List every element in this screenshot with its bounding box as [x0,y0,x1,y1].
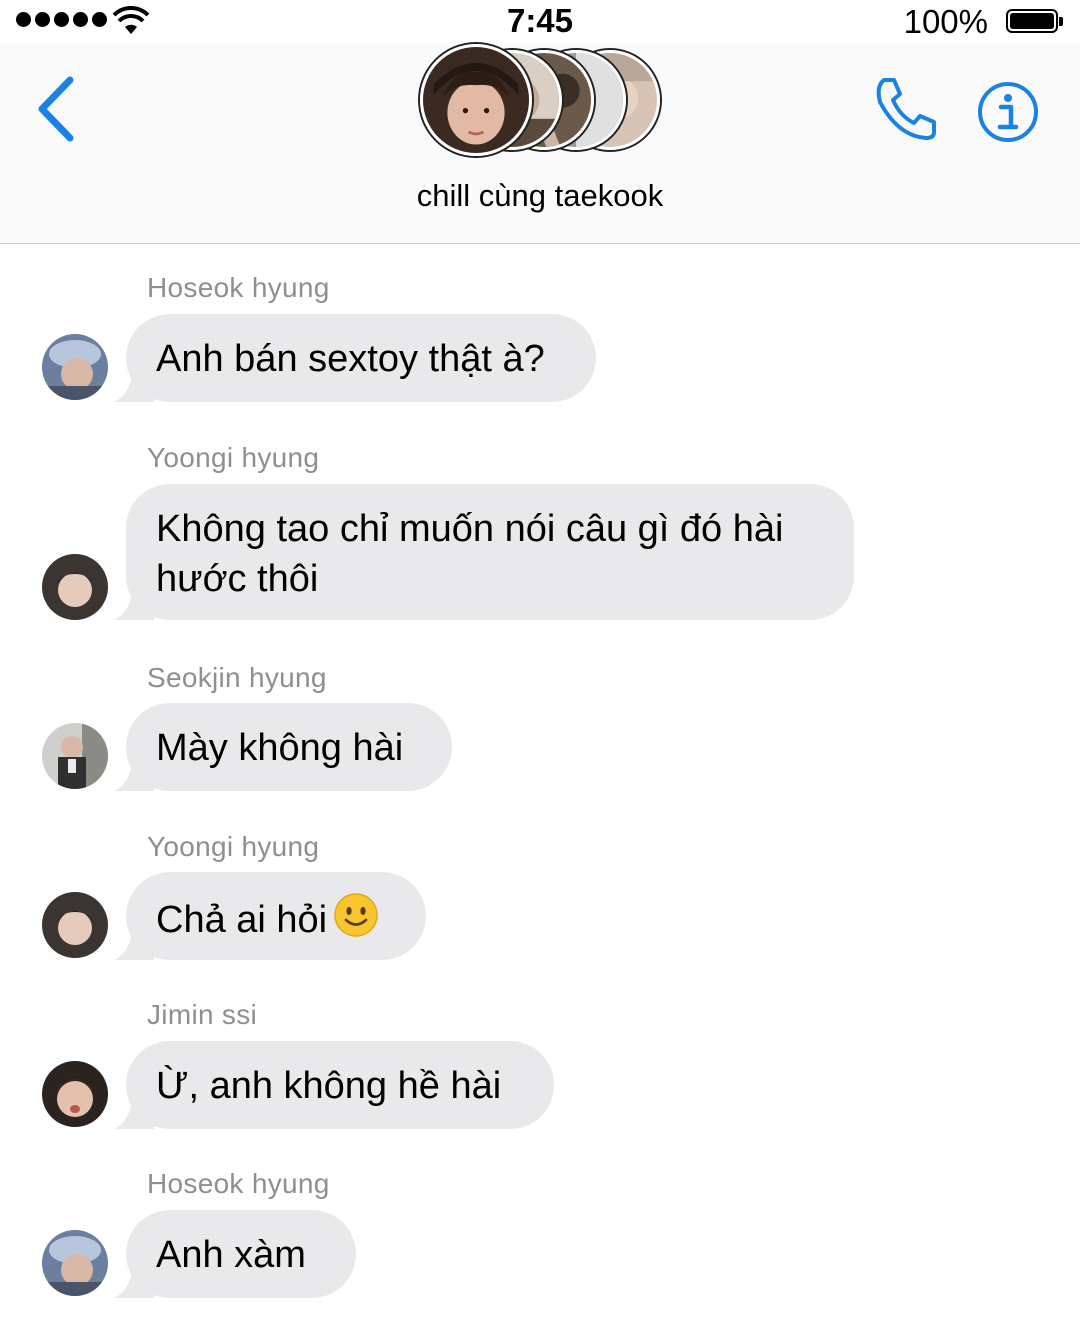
message-text: Anh xàm [126,1210,356,1298]
status-bar: 7:45 100% [0,0,1080,44]
message-bubble[interactable]: Anh bán sextoy thật à? [114,314,596,402]
slightly-smiling-face-icon [334,893,378,937]
message-bubble[interactable]: Chả ai hỏi [114,872,426,960]
message-bubble[interactable]: Anh xàm [114,1210,356,1298]
message-text: Mày không hài [126,703,452,791]
battery-percent: 100% [903,3,988,40]
message-bubble[interactable]: Ừ, anh không hề hài [114,1041,554,1129]
message-bubble[interactable]: Mày không hài [114,703,452,791]
avatar[interactable] [42,1061,108,1127]
message-text: Ừ, anh không hề hài [126,1041,554,1129]
sender-name: Hoseok hyung [147,272,330,303]
conversation-header: chill cùng taekook [0,44,1080,244]
message-bubble[interactable]: Không tao chỉ muốn nói câu gì đó hài hướ… [114,484,854,620]
message-text: Anh bán sextoy thật à? [126,314,596,402]
battery-icon [1006,9,1063,33]
sender-name: Seokjin hyung [147,662,327,693]
info-icon[interactable] [976,80,1040,144]
sender-name: Hoseok hyung [147,1168,330,1199]
group-title[interactable]: chill cùng taekook [0,178,1080,214]
message-text: Không tao chỉ muốn nói câu gì đó hài hướ… [126,484,854,620]
avatar[interactable] [42,334,108,400]
avatar[interactable] [42,1230,108,1296]
message-text-line: Không tao chỉ muốn nói câu gì đó hài [156,508,784,550]
sender-name: Jimin ssi [147,999,258,1030]
sender-name: Yoongi hyung [147,442,320,473]
message-text: Chả ai hỏi [126,872,426,960]
sender-name: Yoongi hyung [147,831,320,862]
group-avatar-stack[interactable] [414,44,674,158]
back-button[interactable] [32,74,80,144]
message-text-span: Chả ai hỏi [156,899,328,941]
avatar[interactable] [42,723,108,789]
group-main-avatar [420,44,532,156]
phone-icon[interactable] [870,74,940,144]
avatar[interactable] [42,892,108,958]
avatar[interactable] [42,554,108,620]
message-text-line: hước thôi [156,558,319,600]
